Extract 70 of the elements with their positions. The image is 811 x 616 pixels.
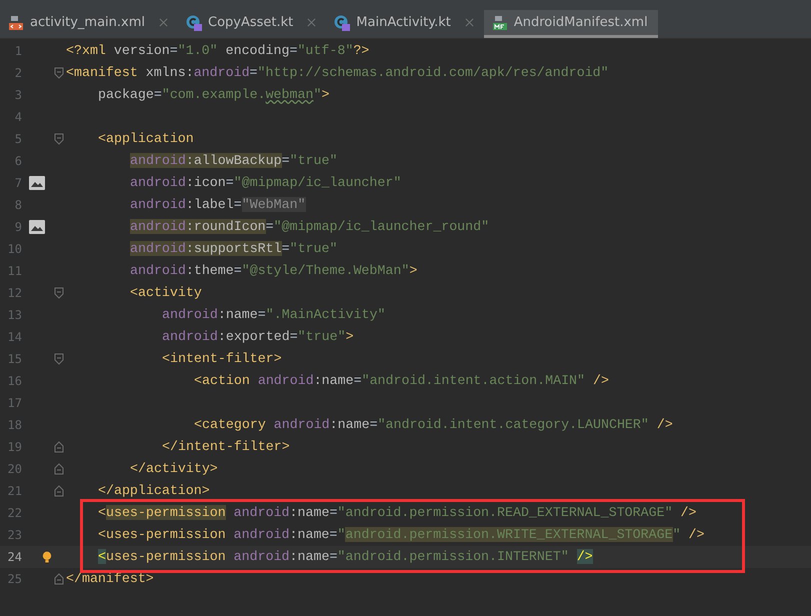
code-line: <category android:name="android.intent.category.LAUNCHER" /> [194, 416, 673, 434]
fold-marker-icon[interactable] [54, 67, 64, 79]
line-number: 8 [14, 198, 22, 212]
code-line: </application> [98, 482, 210, 500]
line-number: 16 [6, 374, 22, 388]
line-number: 12 [6, 286, 22, 300]
line-number: 7 [14, 176, 22, 190]
fold-marker-icon[interactable] [54, 441, 64, 453]
line-number: 9 [14, 220, 22, 234]
code-line: <uses-permission android:name="android.permission.READ_EXTERNAL_STORAGE" /> [98, 504, 697, 522]
line-number: 23 [6, 528, 22, 542]
line-number: 24 [6, 550, 22, 564]
close-icon[interactable] [464, 18, 474, 27]
line-number: 17 [6, 396, 22, 410]
line-number: 18 [6, 418, 22, 432]
editor-tab[interactable]: AndroidManifest.xml [484, 10, 658, 38]
line-number: 25 [6, 572, 22, 586]
code-line: <intent-filter> [162, 350, 282, 368]
image-icon[interactable] [29, 176, 45, 190]
code-line: <uses-permission android:name="android.permission.INTERNET" /> [98, 548, 593, 566]
kotlin-class-icon [186, 14, 202, 30]
line-number: 22 [6, 506, 22, 520]
manifest-file-icon [492, 14, 508, 30]
line-number: 15 [6, 352, 22, 366]
code-line: <manifest xmlns:android="http://schemas.android.com/apk/res/android" [66, 64, 609, 82]
code-line: android:allowBackup="true" [130, 152, 338, 170]
editor-tab[interactable]: activity_main.xml [0, 10, 178, 38]
editor-tab[interactable]: CopyAsset.kt [178, 10, 326, 38]
fold-marker-icon[interactable] [54, 353, 64, 365]
line-number: 20 [6, 462, 22, 476]
code-line: <?xml version="1.0" encoding="utf-8"?> [66, 42, 370, 60]
line-number: 21 [6, 484, 22, 498]
fold-marker-icon[interactable] [54, 463, 64, 475]
code-line: android:icon="@mipmap/ic_launcher" [130, 174, 402, 192]
line-number: 2 [14, 66, 22, 80]
line-number: 6 [14, 154, 22, 168]
line-number: 5 [14, 132, 22, 146]
close-icon[interactable] [159, 18, 168, 27]
code-line: android:name=".MainActivity" [162, 306, 386, 324]
line-number: 4 [14, 110, 22, 124]
fold-marker-icon[interactable] [54, 287, 64, 299]
code-line: android:theme="@style/Theme.WebMan"> [130, 262, 418, 280]
editor-tab[interactable]: MainActivity.kt [326, 10, 484, 38]
fold-marker-icon[interactable] [54, 573, 64, 585]
line-number: 14 [6, 330, 22, 344]
fold-marker-icon[interactable] [54, 133, 64, 145]
code-line: android:label="WebMan" [130, 196, 306, 214]
code-line: android:supportsRtl="true" [130, 240, 338, 258]
code-line: android:exported="true"> [162, 328, 354, 346]
code-line: </intent-filter> [162, 438, 290, 456]
image-icon[interactable] [29, 220, 45, 234]
lightbulb-icon[interactable] [42, 550, 52, 564]
kotlin-class-icon [334, 14, 350, 30]
xml-file-icon [8, 14, 24, 30]
close-icon[interactable] [307, 18, 316, 27]
code-line: <action android:name="android.intent.action.MAIN" /> [194, 372, 609, 390]
code-line: </activity> [130, 460, 218, 478]
line-number: 19 [6, 440, 22, 454]
code-line: </manifest> [66, 570, 154, 588]
code-line: <application [98, 130, 194, 148]
line-number: 10 [6, 242, 22, 256]
line-number: 1 [14, 44, 22, 58]
code-line: <activity [130, 284, 202, 302]
line-number: 3 [14, 88, 22, 102]
line-number: 11 [6, 264, 22, 278]
fold-marker-icon[interactable] [54, 485, 64, 497]
code-line: <uses-permission android:name="android.permission.WRITE_EXTERNAL_STORAGE" /> [98, 526, 704, 544]
code-line: android:roundIcon="@mipmap/ic_launcher_round" [130, 218, 490, 236]
line-number: 13 [6, 308, 22, 322]
code-line: package="com.example.webman"> [98, 86, 330, 104]
